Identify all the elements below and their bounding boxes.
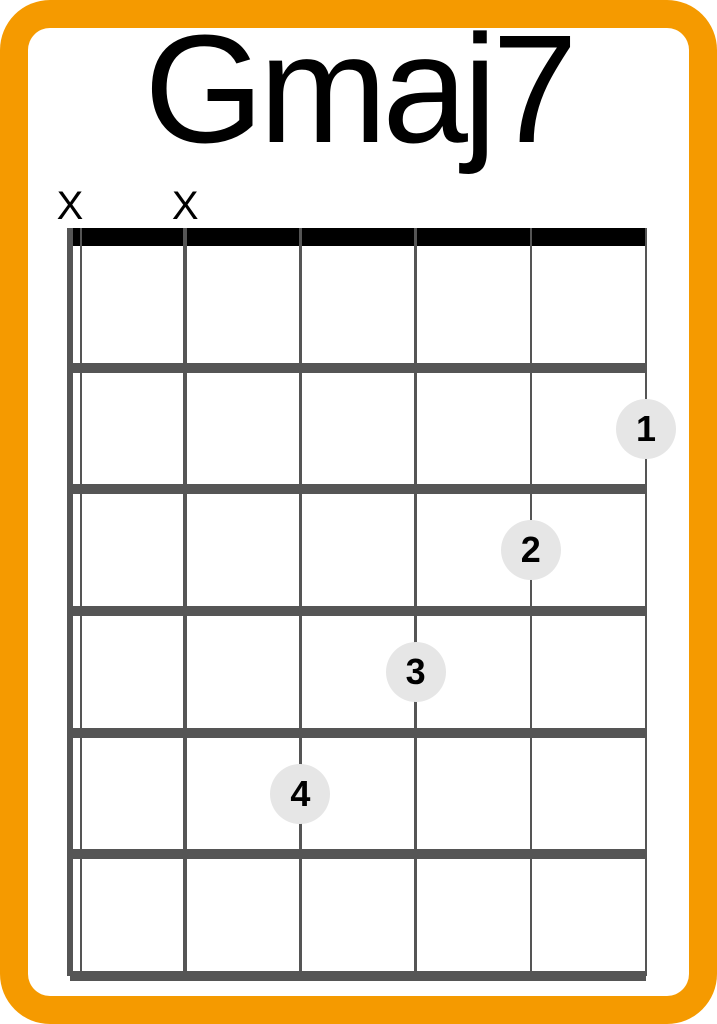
string-line <box>530 228 532 976</box>
string-line <box>414 228 417 976</box>
mute-indicators-row: XX <box>28 184 689 224</box>
string-line <box>645 228 647 976</box>
fret-line <box>70 363 646 373</box>
chord-name: Gmaj7 <box>28 28 689 166</box>
fret-line <box>70 971 646 981</box>
finger-marker: 2 <box>501 520 561 580</box>
chord-card-inner: Gmaj7 XX 1234 <box>28 28 689 996</box>
finger-marker: 1 <box>616 399 676 459</box>
mute-marker: X <box>172 184 199 229</box>
string-line <box>299 228 302 976</box>
nut <box>70 228 646 246</box>
string-line <box>67 228 73 976</box>
fret-line <box>70 606 646 616</box>
chord-card: Gmaj7 XX 1234 <box>0 0 717 1024</box>
fret-line <box>70 728 646 738</box>
fret-line <box>70 484 646 494</box>
finger-marker: 3 <box>386 642 446 702</box>
fretboard: 1234 <box>70 228 646 976</box>
mute-marker: X <box>57 184 84 229</box>
finger-marker: 4 <box>270 764 330 824</box>
string-line-extra <box>80 228 82 976</box>
string-line <box>183 228 187 976</box>
fret-line <box>70 849 646 859</box>
